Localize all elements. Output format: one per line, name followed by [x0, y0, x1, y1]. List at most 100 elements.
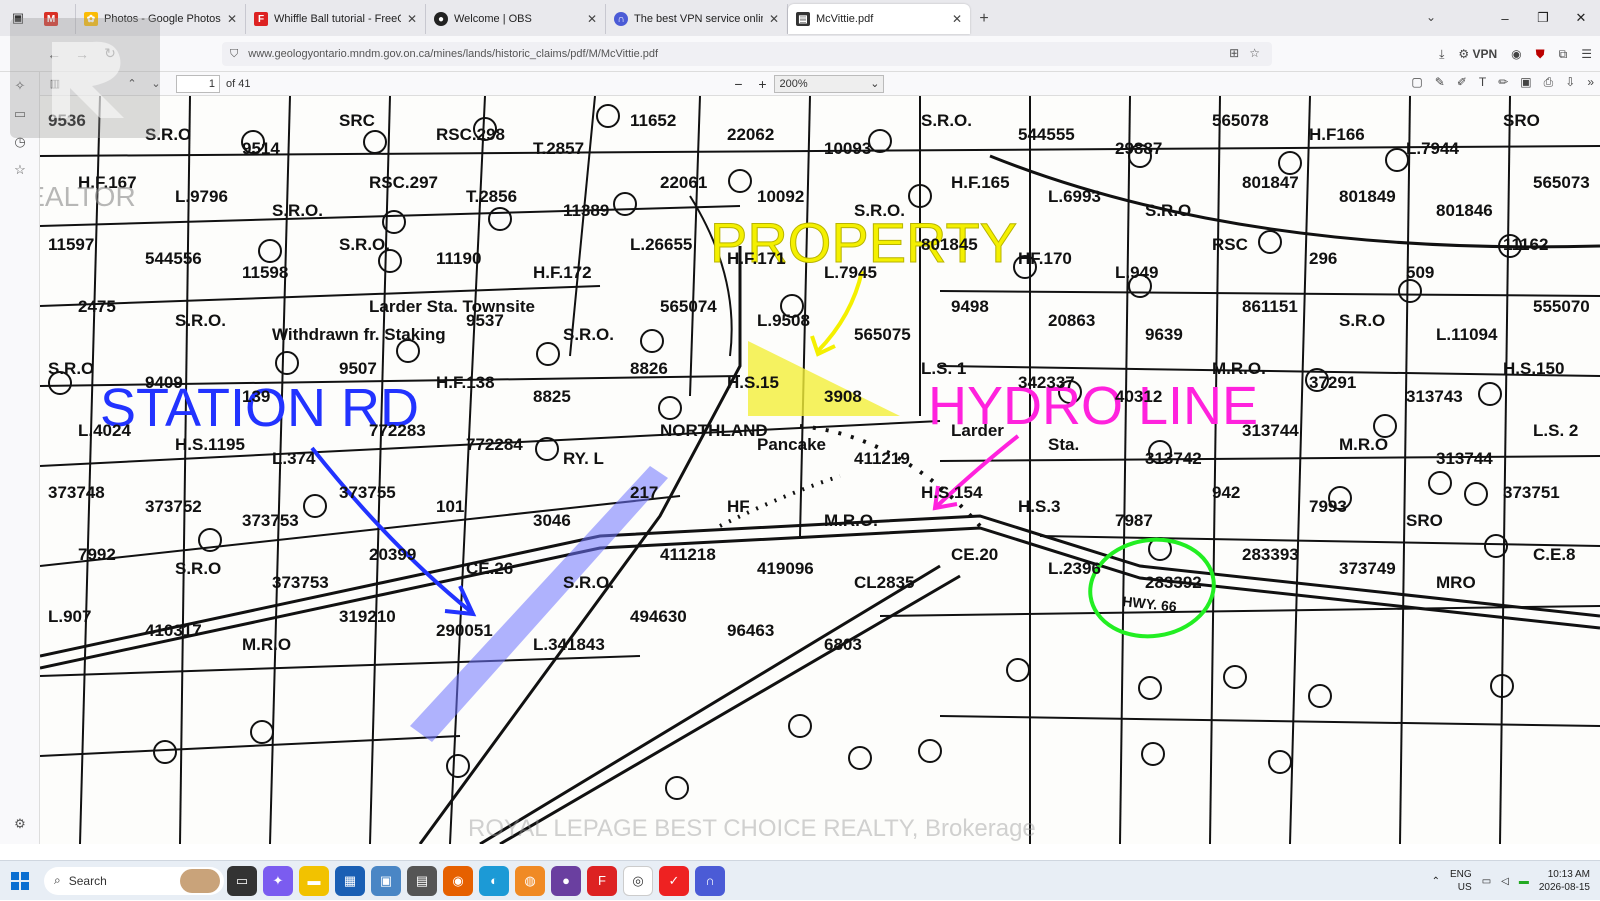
- language-indicator[interactable]: ENG US: [1450, 868, 1472, 894]
- ublock-icon[interactable]: ⛊: [1536, 47, 1545, 62]
- history-icon[interactable]: ◷: [0, 128, 40, 156]
- network-icon[interactable]: ▭: [1482, 876, 1491, 887]
- claim-label: S.R.O.: [854, 201, 905, 220]
- claim-label: 411218: [660, 545, 716, 564]
- tab-freecad[interactable]: F Whiffle Ball tutorial - FreeCAD D ✕: [246, 4, 426, 34]
- browser-tab-bar: ▣ M ✿ Photos - Google Photos ✕ F Whiffle…: [0, 0, 1600, 36]
- claim-label: M.R.O: [1339, 435, 1388, 454]
- tab-list-icon[interactable]: ▣: [0, 0, 36, 36]
- bookmarks-icon[interactable]: ☆: [0, 156, 40, 184]
- claim-label: 7987: [1115, 511, 1153, 530]
- print-icon[interactable]: ⎙: [1544, 75, 1554, 90]
- zoom-in-icon[interactable]: +: [750, 76, 774, 92]
- tab-label: McVittie.pdf: [816, 13, 874, 25]
- save-icon[interactable]: ⇩: [1565, 75, 1575, 90]
- claim-label: 801849: [1339, 187, 1396, 206]
- close-tab-icon[interactable]: ✕: [407, 12, 417, 26]
- claim-label: 9498: [951, 297, 989, 316]
- more-tools-icon[interactable]: »: [1587, 75, 1594, 90]
- battery-icon[interactable]: ▬: [1519, 876, 1529, 887]
- close-tab-icon[interactable]: ✕: [587, 12, 597, 26]
- claim-label: 296: [1309, 249, 1337, 268]
- zoom-out-icon[interactable]: −: [726, 76, 750, 92]
- image-icon[interactable]: ▣: [1520, 75, 1531, 90]
- vpn-toggle[interactable]: ⚙ VPN: [1458, 47, 1497, 61]
- signature-icon[interactable]: ✎: [1435, 75, 1445, 90]
- claim-label: S.R.O.: [272, 201, 323, 220]
- comment-icon[interactable]: ▢: [1411, 75, 1422, 90]
- obs-taskbar-icon[interactable]: ●: [551, 865, 581, 896]
- new-tab-button[interactable]: +: [970, 4, 998, 34]
- account-icon[interactable]: ◉: [1511, 47, 1521, 61]
- claim-label: 772283: [369, 421, 426, 440]
- forward-icon[interactable]: →: [68, 40, 96, 68]
- claim-label: 9537: [466, 311, 504, 330]
- synced-tabs-icon[interactable]: ▭: [0, 100, 40, 128]
- menu-icon[interactable]: ☰: [1581, 47, 1592, 61]
- start-button[interactable]: [0, 861, 40, 901]
- volume-icon[interactable]: ◁: [1501, 876, 1509, 887]
- pdf-toolbar: ▥ ⌃ ⌄ 1 of 41 − + 200% ⌄ ▢ ✎ ✐ T ✏ ▣ ⎙ ⇩…: [40, 72, 1600, 96]
- draw-icon[interactable]: ✏: [1498, 75, 1508, 90]
- close-tab-icon[interactable]: ✕: [952, 12, 962, 26]
- store-icon[interactable]: ▦: [335, 865, 365, 896]
- tab-gmail[interactable]: M: [36, 4, 76, 34]
- address-bar[interactable]: ⛉ www.geologyontario.mndm.gov.on.ca/mine…: [222, 42, 1272, 66]
- tab-mcvittie-pdf[interactable]: ▤ McVittie.pdf ✕: [788, 4, 970, 34]
- restore-icon[interactable]: ❐: [1524, 0, 1562, 36]
- taskbar-search[interactable]: ⌕ Search: [44, 866, 224, 895]
- close-tab-icon[interactable]: ✕: [769, 12, 779, 26]
- tab-overflow-chevron-icon[interactable]: ⌄: [1426, 10, 1436, 24]
- next-page-icon[interactable]: ⌄: [144, 77, 168, 90]
- chrome-icon[interactable]: ◎: [623, 865, 653, 896]
- claim-label: 22061: [660, 173, 707, 192]
- minimize-icon[interactable]: –: [1486, 0, 1524, 36]
- page-number-input[interactable]: 1: [176, 74, 220, 93]
- back-icon[interactable]: ←: [40, 40, 68, 68]
- close-window-icon[interactable]: ✕: [1562, 0, 1600, 36]
- reader-and-bookmark-icons[interactable]: ⊞ ☆: [1229, 46, 1260, 60]
- pdf-icon: ▤: [796, 12, 810, 26]
- tray-overflow-icon[interactable]: ⌃: [1432, 876, 1440, 887]
- reload-icon[interactable]: ↻: [96, 40, 124, 68]
- tab-google-photos[interactable]: ✿ Photos - Google Photos ✕: [76, 4, 246, 34]
- claim-label: S.R.O: [175, 559, 221, 578]
- task-view-icon[interactable]: ▭: [227, 865, 257, 896]
- vpn-taskbar-icon[interactable]: ∩: [695, 865, 725, 896]
- claim-label: 411219: [854, 449, 910, 468]
- claim-label: Withdrawn fr. Staking: [272, 325, 446, 344]
- remote-desktop-icon[interactable]: ▣: [371, 865, 401, 896]
- claim-label: 313743: [1406, 387, 1463, 406]
- claim-label: M.R.O.: [1212, 359, 1266, 378]
- extensions-icon[interactable]: ⧉: [1559, 47, 1568, 62]
- highlight-icon[interactable]: ✐: [1457, 75, 1467, 90]
- page-total: of 41: [226, 77, 251, 90]
- copilot-icon[interactable]: ✦: [263, 865, 293, 896]
- sidebar-toggle-icon[interactable]: ▥: [40, 77, 70, 90]
- clock[interactable]: 10:13 AM 2026-08-15: [1539, 868, 1590, 894]
- close-tab-icon[interactable]: ✕: [227, 12, 237, 26]
- firefox-icon[interactable]: ◉: [443, 865, 473, 896]
- app-orange-icon[interactable]: ◍: [515, 865, 545, 896]
- previous-page-icon[interactable]: ⌃: [120, 77, 144, 90]
- claim-label: S.R.O: [1145, 201, 1191, 220]
- claim-label: 494630: [630, 607, 687, 626]
- tab-obs[interactable]: ● Welcome | OBS ✕: [426, 4, 606, 34]
- zoom-select[interactable]: 200% ⌄: [774, 74, 885, 93]
- claim-label: 11162: [1503, 235, 1548, 254]
- claim-label: 217: [630, 483, 658, 502]
- sidebar-settings-icon[interactable]: ⚙: [0, 810, 40, 838]
- claim-label: H.S.3: [1018, 497, 1061, 516]
- download-icon[interactable]: ⤓: [1439, 47, 1444, 62]
- calculator-icon[interactable]: ▤: [407, 865, 437, 896]
- edge-icon[interactable]: ◐: [479, 865, 509, 896]
- todo-icon[interactable]: ✓: [659, 865, 689, 896]
- text-icon[interactable]: T: [1479, 75, 1486, 90]
- tab-vpn[interactable]: ∩ The best VPN service online for ✕: [606, 4, 788, 34]
- ai-chat-icon[interactable]: ✧: [0, 72, 40, 100]
- freecad-taskbar-icon[interactable]: F: [587, 865, 617, 896]
- file-explorer-icon[interactable]: ▬: [299, 865, 329, 896]
- claim-label: 509: [1406, 263, 1434, 282]
- claim-label: 801845: [921, 235, 978, 254]
- claim-label: L.S. 2: [1533, 421, 1578, 440]
